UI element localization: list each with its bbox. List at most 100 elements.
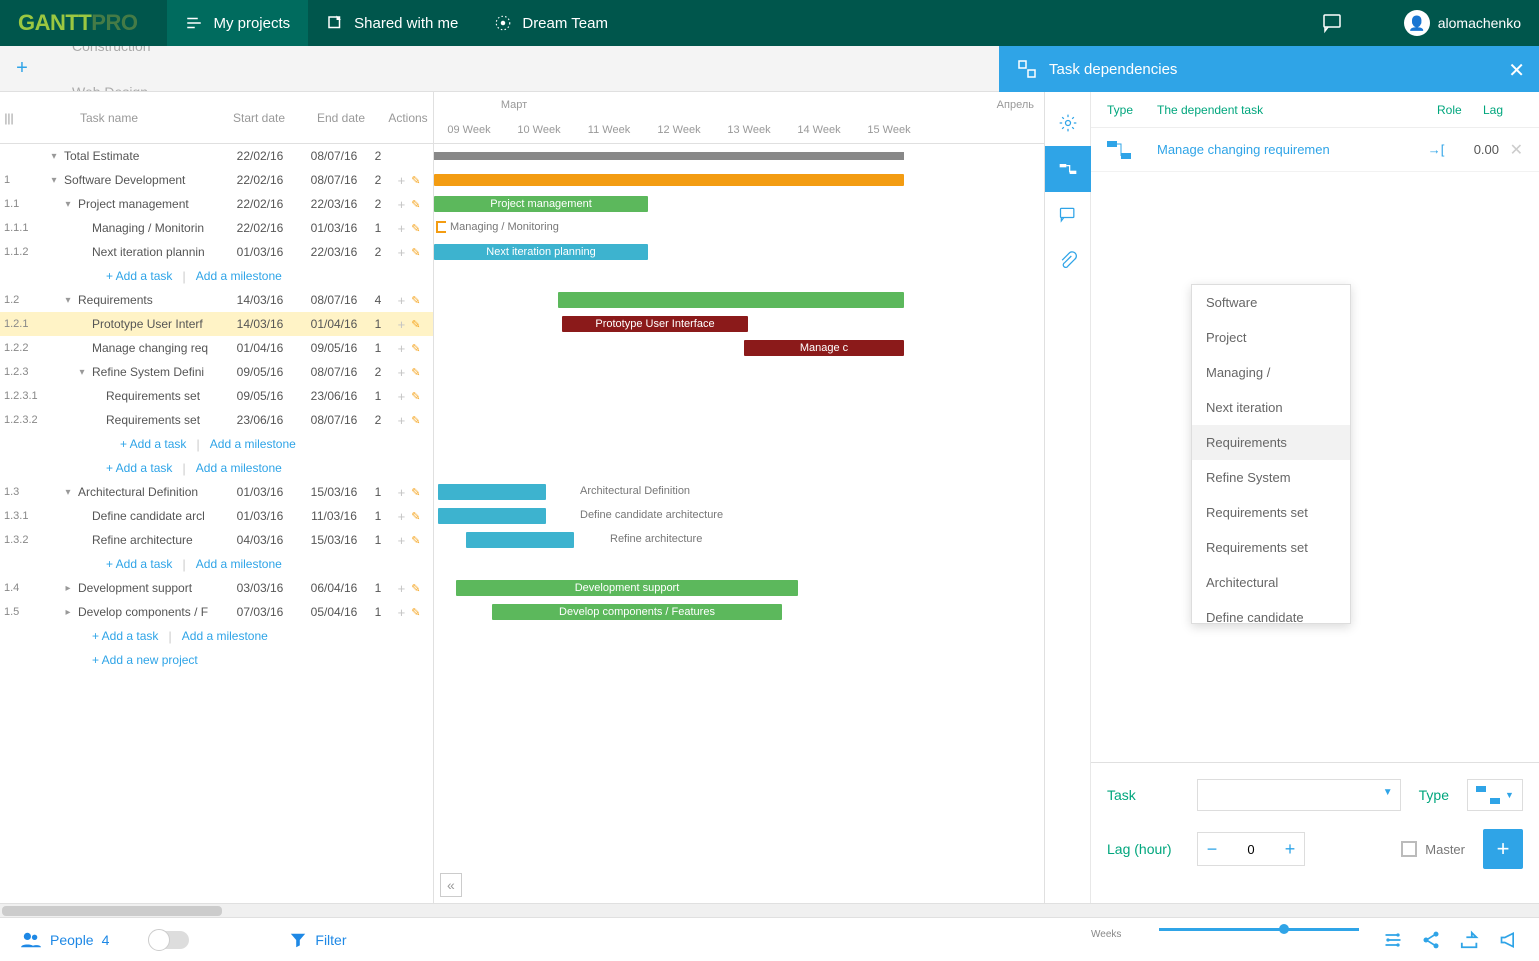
dep-row[interactable]: Manage changing requiremen →[ 0.00 ✕ bbox=[1091, 128, 1539, 172]
expand-toggle[interactable]: ▾ bbox=[76, 367, 88, 378]
edit-task-button[interactable]: ✎ bbox=[411, 486, 420, 499]
expand-toggle[interactable]: ▾ bbox=[62, 295, 74, 306]
milestone-marker[interactable] bbox=[436, 221, 446, 233]
edit-task-button[interactable]: ✎ bbox=[411, 318, 420, 331]
people-toggle[interactable] bbox=[149, 931, 189, 949]
dep-remove-button[interactable]: ✕ bbox=[1499, 140, 1523, 160]
lag-input[interactable] bbox=[1226, 833, 1276, 865]
add-task-link[interactable]: + Add a task bbox=[106, 557, 172, 571]
add-milestone-link[interactable]: Add a milestone bbox=[210, 437, 296, 451]
expand-toggle[interactable]: ▾ bbox=[62, 487, 74, 498]
gantt-bar[interactable] bbox=[434, 174, 904, 186]
add-subtask-button[interactable]: + bbox=[398, 173, 406, 188]
edit-task-button[interactable]: ✎ bbox=[411, 510, 420, 523]
gantt-bar[interactable] bbox=[466, 532, 574, 548]
task-row[interactable]: 1.4▸Development support03/03/1606/04/161… bbox=[0, 576, 433, 600]
task-row[interactable]: 1.1.2 Next iteration plannin01/03/1622/0… bbox=[0, 240, 433, 264]
expand-toggle[interactable]: ▾ bbox=[62, 199, 74, 210]
nav-team[interactable]: Dream Team bbox=[476, 0, 626, 46]
add-task-link[interactable]: + Add a task bbox=[106, 461, 172, 475]
edit-task-button[interactable]: ✎ bbox=[411, 414, 420, 427]
add-subtask-button[interactable]: + bbox=[398, 509, 406, 524]
dep-tab-attach[interactable] bbox=[1045, 238, 1091, 284]
add-subtask-button[interactable]: + bbox=[398, 605, 406, 620]
add-tab-button[interactable]: + bbox=[0, 57, 44, 80]
dropdown-item[interactable]: Refine System bbox=[1192, 460, 1350, 495]
dep-tab-comments[interactable] bbox=[1045, 192, 1091, 238]
gantt-bar[interactable] bbox=[438, 508, 546, 524]
add-subtask-button[interactable]: + bbox=[398, 317, 406, 332]
add-subtask-button[interactable]: + bbox=[398, 485, 406, 500]
expand-toggle[interactable]: ▾ bbox=[48, 151, 60, 162]
gantt-bar[interactable]: Project management bbox=[434, 196, 648, 212]
add-subtask-button[interactable]: + bbox=[398, 581, 406, 596]
edit-task-button[interactable]: ✎ bbox=[411, 198, 420, 211]
edit-task-button[interactable]: ✎ bbox=[411, 294, 420, 307]
hscroll-thumb[interactable] bbox=[2, 906, 222, 916]
add-subtask-button[interactable]: + bbox=[398, 413, 406, 428]
dropdown-item[interactable]: Architectural bbox=[1192, 565, 1350, 600]
edit-task-button[interactable]: ✎ bbox=[411, 366, 420, 379]
add-project-link[interactable]: + Add a new project bbox=[92, 653, 198, 667]
dropdown-item[interactable]: Next iteration bbox=[1192, 390, 1350, 425]
add-subtask-button[interactable]: + bbox=[398, 365, 406, 380]
gantt-bar[interactable]: Prototype User Interface bbox=[562, 316, 748, 332]
task-row[interactable]: 1.2.3.2 Requirements set23/06/1608/07/16… bbox=[0, 408, 433, 432]
add-milestone-link[interactable]: Add a milestone bbox=[196, 461, 282, 475]
gantt-hscroll[interactable] bbox=[0, 903, 1539, 917]
task-row[interactable]: 1.2.1 Prototype User Interf14/03/1601/04… bbox=[0, 312, 433, 336]
collapse-gantt-button[interactable]: « bbox=[440, 873, 462, 897]
tab-construction[interactable]: Construction bbox=[44, 46, 236, 69]
dep-tab-settings[interactable] bbox=[1045, 100, 1091, 146]
add-subtask-button[interactable]: + bbox=[398, 197, 406, 212]
lag-plus-button[interactable]: + bbox=[1276, 839, 1304, 860]
edit-task-button[interactable]: ✎ bbox=[411, 606, 420, 619]
task-row[interactable]: 1.2.3.1 Requirements set09/05/1623/06/16… bbox=[0, 384, 433, 408]
edit-task-button[interactable]: ✎ bbox=[411, 534, 420, 547]
lag-minus-button[interactable]: − bbox=[1198, 839, 1226, 860]
add-subtask-button[interactable]: + bbox=[398, 389, 406, 404]
dropdown-item[interactable]: Requirements set bbox=[1192, 495, 1350, 530]
gantt-bar[interactable] bbox=[558, 292, 904, 308]
nav-my-projects[interactable]: My projects bbox=[167, 0, 308, 46]
task-row[interactable]: 1.3▾Architectural Definition01/03/1615/0… bbox=[0, 480, 433, 504]
add-milestone-link[interactable]: Add a milestone bbox=[196, 557, 282, 571]
task-row[interactable]: 1.3.2 Refine architecture04/03/1615/03/1… bbox=[0, 528, 433, 552]
edit-task-button[interactable]: ✎ bbox=[411, 222, 420, 235]
dropdown-item[interactable]: Requirements bbox=[1192, 425, 1350, 460]
avatar[interactable]: 👤 bbox=[1404, 10, 1430, 36]
people-button[interactable]: People 4 bbox=[20, 931, 109, 949]
close-panel-button[interactable]: ✕ bbox=[1508, 58, 1525, 83]
task-row[interactable]: 1.1▾Project management22/02/1622/03/162+… bbox=[0, 192, 433, 216]
tab-web-design[interactable]: Web Design bbox=[44, 69, 236, 93]
task-row[interactable]: 1.2.2 Manage changing req01/04/1609/05/1… bbox=[0, 336, 433, 360]
zoom-slider[interactable] bbox=[1159, 928, 1359, 931]
gantt-bar[interactable]: Manage c bbox=[744, 340, 904, 356]
add-milestone-link[interactable]: Add a milestone bbox=[196, 269, 282, 283]
dropdown-item[interactable]: Managing / bbox=[1192, 355, 1350, 390]
expand-toggle[interactable]: ▾ bbox=[48, 175, 60, 186]
dropdown-item[interactable]: Project bbox=[1192, 320, 1350, 355]
edit-task-button[interactable]: ✎ bbox=[411, 390, 420, 403]
expand-toggle[interactable]: ▸ bbox=[62, 583, 74, 594]
dropdown-item[interactable]: Define candidate bbox=[1192, 600, 1350, 624]
filter-button[interactable]: Filter bbox=[289, 931, 346, 949]
add-task-link[interactable]: + Add a task bbox=[106, 269, 172, 283]
dropdown-item[interactable]: Requirements set bbox=[1192, 530, 1350, 565]
add-task-link[interactable]: + Add a task bbox=[120, 437, 186, 451]
gantt-bar[interactable]: Next iteration planning bbox=[434, 244, 648, 260]
task-row[interactable]: 1.2▾Requirements14/03/1608/07/164+✎ bbox=[0, 288, 433, 312]
task-row[interactable]: 1.2.3▾Refine System Defini09/05/1608/07/… bbox=[0, 360, 433, 384]
edit-task-button[interactable]: ✎ bbox=[411, 174, 420, 187]
add-subtask-button[interactable]: + bbox=[398, 341, 406, 356]
add-subtask-button[interactable]: + bbox=[398, 245, 406, 260]
task-row[interactable]: 1.3.1 Define candidate arcl01/03/1611/03… bbox=[0, 504, 433, 528]
add-subtask-button[interactable]: + bbox=[398, 221, 406, 236]
edit-task-button[interactable]: ✎ bbox=[411, 342, 420, 355]
dep-type-select[interactable]: ▼ bbox=[1467, 779, 1523, 811]
nav-shared[interactable]: Shared with me bbox=[308, 0, 476, 46]
task-select-input[interactable] bbox=[1197, 779, 1401, 811]
task-row[interactable]: 1.5▸Develop components / F07/03/1605/04/… bbox=[0, 600, 433, 624]
add-dependency-button[interactable]: + bbox=[1483, 829, 1523, 869]
gantt-bar[interactable]: Development support bbox=[456, 580, 798, 596]
